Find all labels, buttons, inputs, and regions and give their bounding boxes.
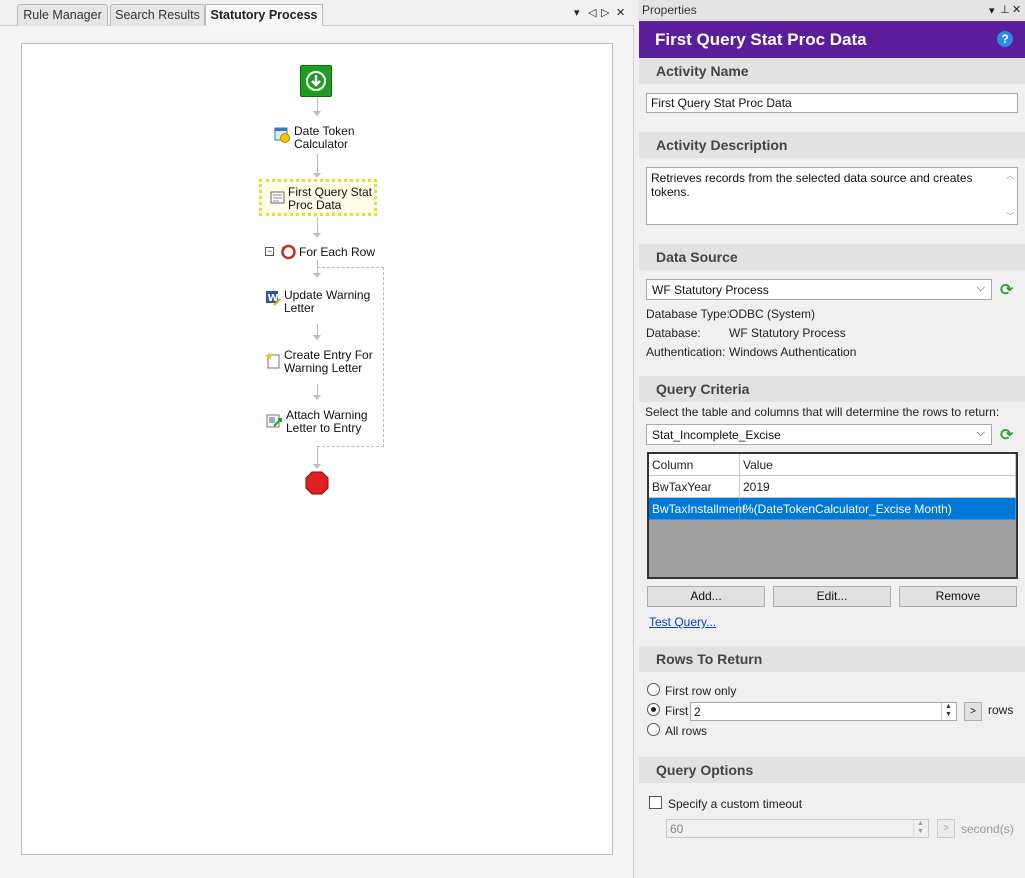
- tab-search-results[interactable]: Search Results: [110, 4, 205, 26]
- data-source-select[interactable]: WF Statutory Process ⌵: [646, 279, 992, 300]
- chevron-down-icon: ⌵: [976, 427, 985, 439]
- workflow-canvas[interactable]: Date Token Calculator First Query Stat Pro…: [21, 43, 613, 855]
- section-activity-name: Activity Name: [639, 58, 1025, 84]
- properties-title: Properties: [642, 3, 697, 17]
- scroll-tabs-left-icon[interactable]: ◁: [588, 6, 596, 19]
- column-header[interactable]: Value: [740, 454, 1016, 476]
- scroll-down-icon[interactable]: ﹀: [1006, 211, 1014, 222]
- radio-all-rows[interactable]: [647, 723, 660, 736]
- node-attach-warning-letter-to-entry[interactable]: Attach Warning Letter to Entry: [286, 409, 368, 435]
- section-query-criteria: Query Criteria: [639, 376, 1025, 402]
- authentication-value: Windows Authentication: [729, 345, 857, 359]
- tab-rule-manager[interactable]: Rule Manager: [17, 4, 108, 26]
- first-rows-stepper[interactable]: 2 ▲ ▼: [690, 702, 957, 721]
- database-type-label: Database Type:: [646, 307, 730, 321]
- close-panel-icon[interactable]: ✕: [1012, 3, 1021, 16]
- grid-cell: %(DateTokenCalculator_Excise Month): [740, 498, 1016, 520]
- grid-cell: BwTaxInstallment: [649, 498, 745, 520]
- table-row[interactable]: BwTaxYear 2019: [649, 476, 1016, 498]
- tab-label: Statutory Process: [210, 8, 318, 22]
- tab-label: Search Results: [115, 8, 200, 22]
- stepper-value: 60: [670, 822, 684, 836]
- loop-icon: [280, 243, 297, 260]
- document-tab-bar: Rule Manager Search Results Statutory Pr…: [0, 0, 634, 26]
- grid-cell: BwTaxYear: [649, 476, 740, 498]
- tab-label: Rule Manager: [23, 8, 102, 22]
- radio-first-row-only[interactable]: [647, 683, 660, 696]
- stepper-value: 2: [694, 705, 701, 719]
- column-header[interactable]: Column: [649, 454, 740, 476]
- database-value: WF Statutory Process: [729, 326, 846, 340]
- rows-arrow-button[interactable]: >: [964, 702, 982, 721]
- red-stop-icon[interactable]: [305, 471, 329, 495]
- section-data-source: Data Source: [639, 244, 1025, 270]
- table-row-selected[interactable]: BwTaxInstallment %(DateTokenCalculator_E…: [649, 498, 1016, 520]
- date-token-calculator-icon[interactable]: [274, 127, 290, 143]
- custom-timeout-checkbox[interactable]: [649, 796, 662, 809]
- scroll-tabs-right-icon[interactable]: ▷: [601, 6, 609, 19]
- query-criteria-instruction: Select the table and columns that will d…: [645, 405, 1000, 419]
- rows-unit-label: rows: [988, 703, 1014, 717]
- node-for-each-row[interactable]: For Each Row: [299, 246, 375, 259]
- pin-icon[interactable]: ⊥: [1000, 3, 1010, 16]
- database-type-value: ODBC (System): [729, 307, 816, 321]
- section-activity-description: Activity Description: [639, 132, 1025, 158]
- radio-first[interactable]: [647, 703, 660, 716]
- tab-list-dropdown-icon[interactable]: ▾: [574, 6, 580, 19]
- tab-statutory-process[interactable]: Statutory Process: [205, 4, 323, 26]
- node-update-warning-letter[interactable]: Update Warning Letter: [284, 289, 370, 315]
- timeout-unit-label: second(s): [961, 822, 1014, 836]
- description-text: Retrieves records from the selected data…: [651, 171, 973, 199]
- first-row-only-label: First row only: [665, 684, 737, 698]
- refresh-data-source-icon[interactable]: ⟳: [1000, 280, 1013, 300]
- grid-header-row: Column Value: [649, 454, 1016, 476]
- add-button[interactable]: Add...: [647, 586, 765, 607]
- spinner-icon[interactable]: ▲ ▼: [941, 703, 955, 720]
- collapse-icon[interactable]: −: [265, 247, 274, 256]
- table-select[interactable]: Stat_Incomplete_Excise ⌵: [646, 424, 992, 445]
- timeout-arrow-button[interactable]: >: [937, 819, 955, 838]
- activity-name-input[interactable]: First Query Stat Proc Data: [646, 93, 1018, 113]
- scroll-up-icon[interactable]: ︿: [1006, 170, 1014, 181]
- authentication-label: Authentication:: [646, 345, 726, 359]
- remove-button[interactable]: Remove: [899, 586, 1017, 607]
- attach-icon: [266, 412, 283, 429]
- timeout-stepper[interactable]: 60 ▲ ▼: [666, 819, 929, 838]
- close-tab-icon[interactable]: ✕: [616, 6, 625, 19]
- node-label: First Query Stat Proc Data: [288, 185, 373, 212]
- node-create-entry-for-warning-letter[interactable]: Create Entry For Warning Letter: [284, 349, 373, 375]
- workflow-designer-pane: Rule Manager Search Results Statutory Pr…: [0, 0, 634, 878]
- refresh-table-icon[interactable]: ⟳: [1000, 425, 1013, 445]
- criteria-grid[interactable]: Column Value BwTaxYear 2019 BwTaxInstall…: [647, 452, 1018, 579]
- properties-titlebar: Properties ▾ ⊥ ✕: [638, 0, 1025, 20]
- activity-title: First Query Stat Proc Data: [655, 30, 867, 49]
- grid-cell: 2019: [740, 476, 1016, 498]
- first-label: First: [665, 704, 689, 718]
- activity-description-textarea[interactable]: Retrieves records from the selected data…: [646, 167, 1018, 225]
- new-entry-icon: [265, 351, 281, 369]
- all-rows-label: All rows: [665, 724, 708, 738]
- node-first-query-stat-proc-data[interactable]: First Query Stat Proc Data: [259, 179, 377, 216]
- section-rows-to-return: Rows To Return: [639, 646, 1025, 672]
- section-query-options: Query Options: [639, 757, 1025, 783]
- node-date-token-calculator[interactable]: Date Token Calculator: [294, 125, 355, 151]
- help-icon[interactable]: ?: [997, 31, 1013, 47]
- edit-button[interactable]: Edit...: [773, 586, 891, 607]
- query-icon: [270, 190, 286, 206]
- green-start-arrow-icon[interactable]: [300, 65, 332, 97]
- database-label: Database:: [646, 326, 701, 340]
- word-document-icon: W: [265, 290, 281, 306]
- custom-timeout-label: Specify a custom timeout: [668, 797, 803, 811]
- test-query-link[interactable]: Test Query...: [649, 615, 716, 629]
- spinner-icon[interactable]: ▲ ▼: [913, 820, 927, 837]
- activity-header: First Query Stat Proc Data ?: [639, 21, 1025, 58]
- chevron-down-icon: ⌵: [976, 282, 985, 294]
- properties-pane: Properties ▾ ⊥ ✕ First Query Stat Proc D…: [638, 0, 1025, 878]
- panel-dropdown-icon[interactable]: ▾: [989, 4, 995, 17]
